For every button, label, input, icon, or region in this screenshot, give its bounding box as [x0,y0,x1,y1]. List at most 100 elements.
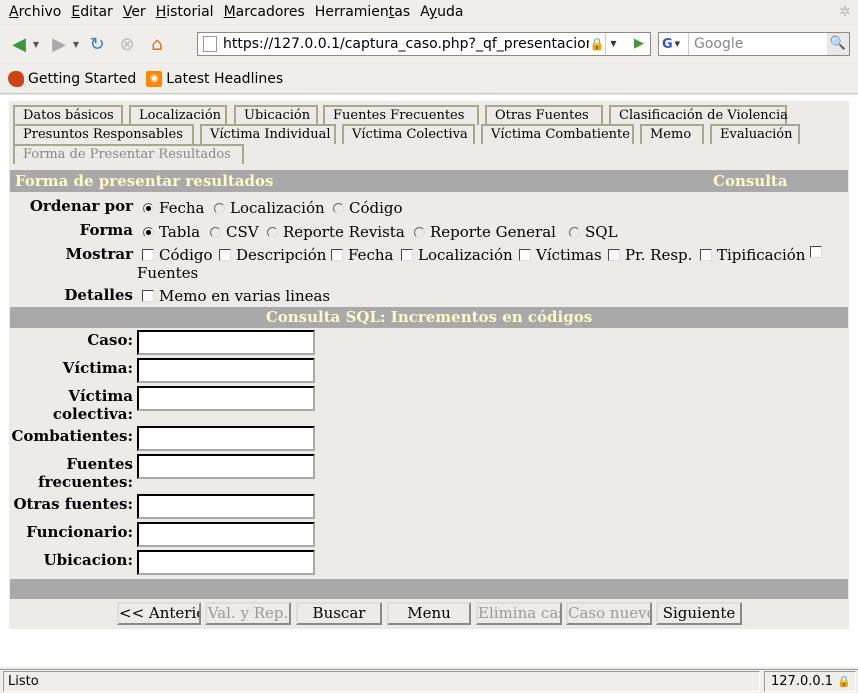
fuentes-frecuentes-input[interactable] [137,454,315,479]
combatientes-input[interactable] [137,426,315,451]
go-icon[interactable]: ▶ [628,33,650,55]
section-title: Forma de presentar resultados [15,172,274,190]
radio-orden-codigo[interactable]: Código [333,199,403,217]
checkbox-icon[interactable] [810,246,822,258]
forward-icon[interactable]: ▶ [48,33,70,55]
reload-icon[interactable]: ↻ [86,33,108,55]
menu-herramientas[interactable]: Herramientas [310,4,415,20]
radio-icon[interactable] [214,202,225,214]
caso-nuevo-button[interactable]: Caso nuevo [566,602,652,625]
radio-icon[interactable] [569,226,580,238]
check-mostrar-pr-resp[interactable]: Pr. Resp. [608,246,692,264]
url-dropdown-icon[interactable]: ▼ [605,33,621,55]
status-host: 127.0.0.1 🔒 [764,671,856,692]
lock-icon[interactable]: 🔒 [837,675,851,688]
checkbox-icon[interactable] [700,249,712,261]
victima-input[interactable] [137,358,315,383]
radio-forma-reporte-general[interactable]: Reporte General [414,223,556,241]
section-header-sql: Consulta SQL: Incrementos en códigos [10,307,848,328]
check-mostrar-victimas[interactable]: Víctimas [519,246,602,264]
menu-historial[interactable]: Historial [151,4,219,20]
tab-ubicacion[interactable]: Ubicación [234,105,318,125]
radio-forma-sql[interactable]: SQL [569,223,618,241]
detalles-label: Detalles [64,286,133,304]
tab-evaluacion[interactable]: Evaluación [710,124,800,144]
anterior-button[interactable]: << Anterior [117,602,201,625]
check-mostrar-localizacion[interactable]: Localización [401,246,513,264]
radio-orden-localizacion[interactable]: Localización [214,199,325,217]
back-icon[interactable]: ◀ [8,33,30,55]
funcionario-input[interactable] [137,522,315,547]
check-mostrar-descripcion[interactable]: Descripción [219,246,326,264]
checkbox-icon[interactable] [219,249,231,261]
radio-icon[interactable] [333,202,344,214]
checkbox-icon[interactable] [142,249,154,261]
menu-ayuda[interactable]: Ayuda [415,4,468,20]
url-text[interactable]: https://127.0.0.1/captura_caso.php?_qf_p… [223,36,589,52]
tab-datos-basicos[interactable]: Datos básicos [13,105,123,125]
check-mostrar-fuentes[interactable] [810,246,827,258]
tab-forma-presentar-resultados[interactable]: Forma de Presentar Resultados [13,144,244,164]
check-detalles-memo[interactable]: Memo en varias lineas [142,287,330,305]
check-mostrar-tipificacion[interactable]: Tipificación [700,246,805,264]
caso-label: Caso: [87,331,133,349]
otras-fuentes-input[interactable] [137,494,315,519]
ubicacion-input[interactable] [137,550,315,575]
radio-icon[interactable] [143,226,154,238]
checkbox-icon[interactable] [519,249,531,261]
bookmark-getting-started[interactable]: Getting Started [8,70,136,87]
search-icon[interactable]: 🔍 [827,33,849,55]
back-history-icon[interactable]: ▼ [30,40,42,49]
buscar-button[interactable]: Buscar [296,602,382,625]
check-mostrar-codigo[interactable]: Código [142,246,213,264]
forward-history-icon[interactable]: ▼ [70,40,82,49]
tab-presuntos-responsables[interactable]: Presuntos Responsables [13,124,194,144]
tab-victima-combatiente[interactable]: Víctima Combatiente [481,124,634,144]
radio-orden-fecha[interactable]: Fecha [143,199,204,217]
elimina-caso-button[interactable]: Elimina caso [476,602,562,625]
menu-bar: Archivo Editar Ver Historial Marcadores … [0,0,858,24]
stop-icon[interactable]: ⊗ [116,33,138,55]
radio-forma-reporte-revista[interactable]: Reporte Revista [267,223,405,241]
victima-colectiva-label: Víctima colectiva: [52,387,133,423]
section-subtitle: Consulta [713,172,788,190]
search-engine-icon[interactable]: G ▼ [659,33,689,55]
checkbox-icon[interactable] [331,249,343,261]
radio-icon[interactable] [267,226,278,238]
tab-localizacion[interactable]: Localización [129,105,227,125]
radio-icon[interactable] [210,226,221,238]
menu-editar[interactable]: Editar [66,4,117,20]
tab-memo[interactable]: Memo [640,124,704,144]
tab-fuentes-frecuentes[interactable]: Fuentes Frecuentes [323,105,479,125]
bookmarks-toolbar: Getting Started ◉ Latest Headlines [0,64,858,94]
tab-otras-fuentes[interactable]: Otras Fuentes [485,105,603,125]
search-bar[interactable]: G ▼ Google 🔍 [658,32,850,56]
checkbox-icon[interactable] [142,290,154,302]
checkbox-icon[interactable] [401,249,413,261]
bookmark-latest-headlines[interactable]: ◉ Latest Headlines [146,70,283,87]
siguiente-button[interactable]: Siguiente [656,602,742,625]
checkbox-icon[interactable] [608,249,620,261]
throbber-icon: ✲ [839,4,851,20]
radio-icon[interactable] [143,202,154,214]
url-bar[interactable]: https://127.0.0.1/captura_caso.php?_qf_p… [197,32,651,56]
radio-forma-csv[interactable]: CSV [210,223,259,241]
form-container: Datos básicos Localización Ubicación Fue… [9,101,849,629]
val-rep-button[interactable]: Val. y Rep. [205,602,291,625]
search-input[interactable]: Google [689,36,827,52]
menu-marcadores[interactable]: Marcadores [219,4,310,20]
menu-button[interactable]: Menu [387,602,471,625]
caso-input[interactable] [137,330,315,355]
menu-ver[interactable]: Ver [118,4,151,20]
victima-colectiva-input[interactable] [137,386,315,411]
tab-victima-individual[interactable]: Víctima Individual [200,124,336,144]
check-mostrar-fecha[interactable]: Fecha [331,246,393,264]
tab-clasificacion-violencia[interactable]: Clasificación de Violencia [609,105,788,125]
forma-label: Forma [79,221,133,239]
menu-archivo[interactable]: Archivo [4,4,66,20]
radio-forma-tabla[interactable]: Tabla [143,223,200,241]
home-icon[interactable]: ⌂ [146,33,168,55]
tab-victima-colectiva[interactable]: Víctima Colectiva [342,124,475,144]
radio-icon[interactable] [414,226,425,238]
lock-icon[interactable]: 🔒 [589,37,605,51]
